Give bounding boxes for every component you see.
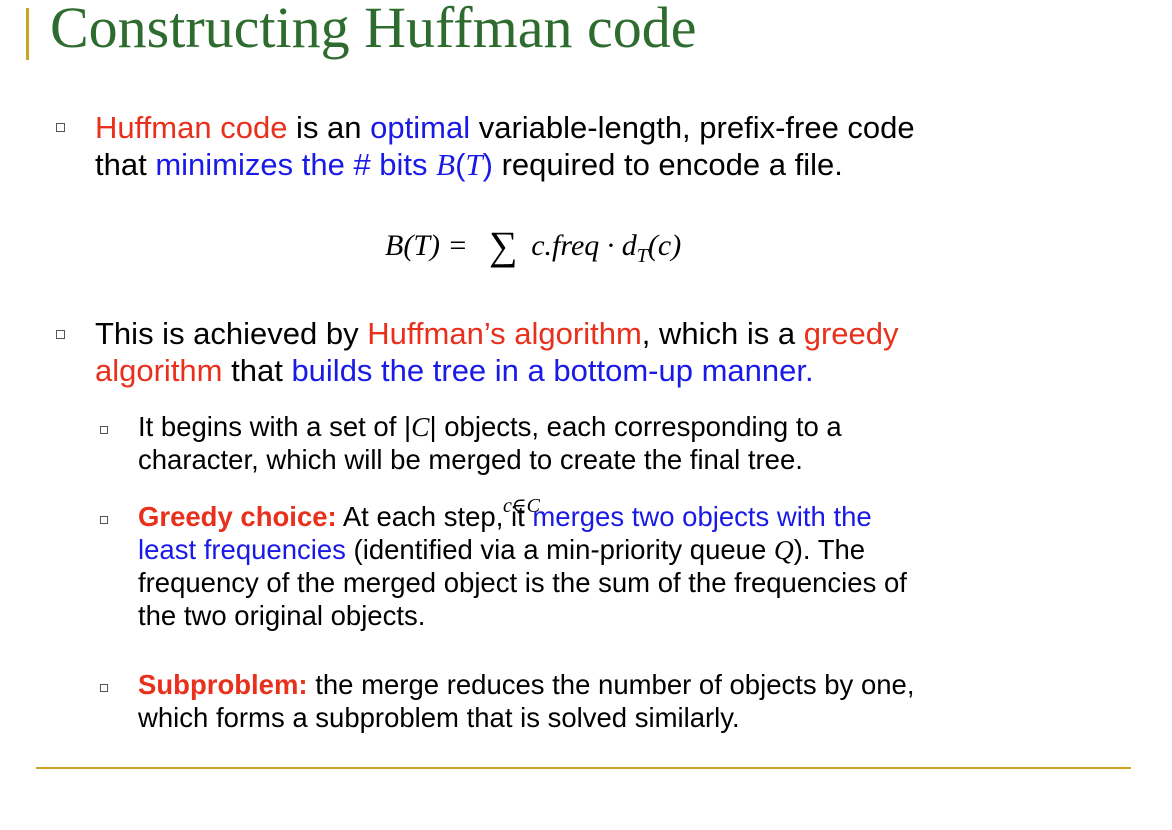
term-greedy-choice: Greedy choice: xyxy=(138,501,337,532)
term-bottom-up: builds the tree in a bottom-up manner. xyxy=(291,353,814,388)
term-subproblem: Subproblem: xyxy=(138,669,308,700)
text: This is achieved by xyxy=(95,316,368,351)
slide-title: Constructing Huffman code xyxy=(50,0,697,60)
math-var-Q: Q xyxy=(773,534,794,565)
text: is an xyxy=(287,110,371,145)
cost-formula: B(T) = ∑ c.freq · dT(c) c∈C xyxy=(385,218,682,517)
term-merges: merges two objects with the xyxy=(532,501,872,532)
subbullet-greedy-choice: Greedy choice: At each step, it merges t… xyxy=(138,500,1128,632)
math-var-T: T xyxy=(465,147,483,182)
formula-lhs: B(T) = xyxy=(385,229,476,262)
text: (identified via a min-priority queue xyxy=(345,534,774,565)
subbullet-initial-set: It begins with a set of |C| objects, eac… xyxy=(138,410,1128,476)
text: , which is a xyxy=(641,316,804,351)
square-bullet-icon xyxy=(100,684,108,692)
math-var-C: C xyxy=(411,411,430,442)
square-bullet-icon xyxy=(100,426,108,434)
square-bullet-icon xyxy=(100,516,108,524)
term-least-frequencies: least frequencies xyxy=(138,534,346,565)
square-bullet-icon xyxy=(56,330,65,339)
formula-rhs: c.freq · d xyxy=(531,229,637,262)
text: the merge reduces the number of objects … xyxy=(307,669,915,700)
text: that xyxy=(95,147,156,182)
text: that xyxy=(222,353,292,388)
term-huffmans-algorithm: Huffman’s algorithm xyxy=(367,316,642,351)
term-algorithm: algorithm xyxy=(95,353,223,388)
formula-rhs-end: (c) xyxy=(647,229,682,262)
term-greedy: greedy xyxy=(803,316,899,351)
bullet-huffman-algorithm: This is achieved by Huffman’s algorithm,… xyxy=(95,315,1125,389)
text: character, which will be merged to creat… xyxy=(138,444,803,475)
summation-icon: ∑ xyxy=(488,223,518,268)
text: | objects, each corresponding to a xyxy=(429,411,842,442)
text: ). The xyxy=(793,534,866,565)
text: the two original objects. xyxy=(138,600,426,631)
bullet-huffman-definition: Huffman code is an optimal variable-leng… xyxy=(95,109,1125,183)
formula-subscript: T xyxy=(636,245,648,267)
term-minimizes: minimizes the # bits xyxy=(155,147,437,182)
text: required to encode a file. xyxy=(493,147,843,182)
term-huffman-code: Huffman code xyxy=(95,110,288,145)
text: frequency of the merged object is the su… xyxy=(138,567,907,598)
math-var-B: B xyxy=(436,147,456,182)
text: ( xyxy=(455,147,466,182)
term-optimal: optimal xyxy=(370,110,471,145)
title-accent-bar xyxy=(26,8,29,60)
text: ) xyxy=(482,147,493,182)
subbullet-subproblem: Subproblem: the merge reduces the number… xyxy=(138,668,1128,734)
square-bullet-icon xyxy=(56,123,65,132)
text: which forms a subproblem that is solved … xyxy=(138,702,740,733)
text: At each step, it xyxy=(336,501,533,532)
text: It begins with a set of | xyxy=(138,411,412,442)
text: variable-length, prefix-free code xyxy=(470,110,915,145)
footer-rule xyxy=(36,767,1131,769)
